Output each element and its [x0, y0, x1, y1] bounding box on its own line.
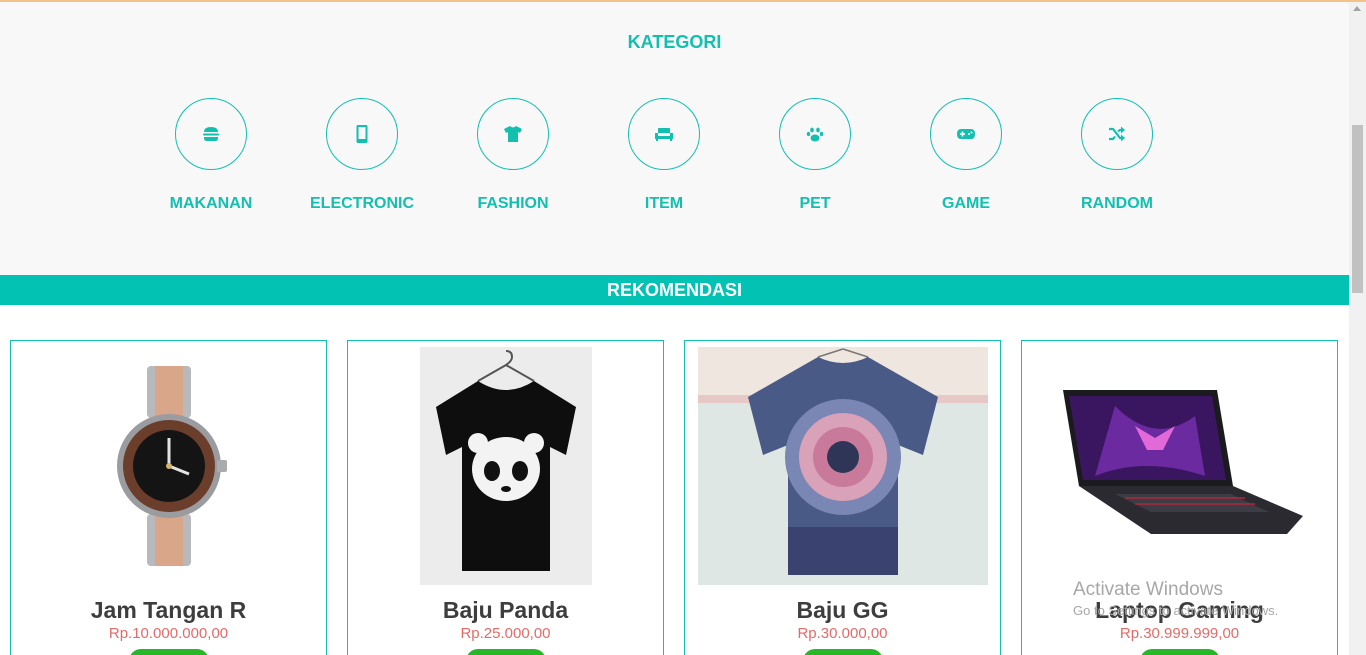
category-pet[interactable]: PET: [745, 98, 885, 213]
scrollbar-thumb[interactable]: [1352, 125, 1363, 293]
watch-image[interactable]: [11, 347, 326, 585]
category-game[interactable]: GAME: [896, 98, 1036, 213]
panda-shirt-image[interactable]: [348, 347, 663, 585]
buy-button[interactable]: [128, 649, 209, 655]
scroll-up-arrow-icon[interactable]: [1353, 6, 1361, 11]
mobile-icon[interactable]: [326, 98, 398, 170]
page: KATEGORI MAKANAN ELECTRONIC FASHION ITEM: [0, 2, 1349, 655]
product-price: Rp.25.000,00: [460, 625, 551, 642]
activate-windows-subtitle: Go to Settings to activate Windows.: [1073, 603, 1279, 618]
product-price: Rp.10.000.000,00: [108, 625, 229, 642]
activate-windows-title: Activate Windows: [1073, 579, 1223, 600]
category-makanan[interactable]: MAKANAN: [141, 98, 281, 213]
kategori-title: KATEGORI: [627, 32, 722, 52]
product-price: Rp.30.999.999,00: [1119, 625, 1240, 642]
product-name[interactable]: Baju GG: [685, 597, 1000, 624]
gamepad-icon[interactable]: [930, 98, 1002, 170]
tie-dye-shirt-image[interactable]: [685, 347, 1000, 585]
category-electronic[interactable]: ELECTRONIC: [292, 98, 432, 213]
tshirt-icon[interactable]: [477, 98, 549, 170]
product-card[interactable]: Baju GG Rp.30.000,00: [684, 340, 1001, 655]
scrollbar-track[interactable]: [1349, 2, 1366, 655]
category-label[interactable]: FASHION: [443, 195, 583, 213]
category-label[interactable]: GAME: [896, 195, 1036, 213]
buy-button[interactable]: [802, 649, 883, 655]
product-card[interactable]: Baju Panda Rp.25.000,00: [347, 340, 664, 655]
rekomendasi-header: REKOMENDASI: [0, 275, 1349, 305]
category-label[interactable]: ITEM: [594, 195, 734, 213]
category-fashion[interactable]: FASHION: [443, 98, 583, 213]
product-name[interactable]: Jam Tangan R: [11, 597, 326, 624]
product-price: Rp.30.000,00: [797, 625, 888, 642]
paw-icon[interactable]: [779, 98, 851, 170]
category-item[interactable]: ITEM: [594, 98, 734, 213]
laptop-image[interactable]: [1022, 347, 1337, 585]
hamburger-icon[interactable]: [175, 98, 247, 170]
category-label[interactable]: RANDOM: [1047, 195, 1187, 213]
product-card[interactable]: Jam Tangan R Rp.10.000.000,00: [10, 340, 327, 655]
category-label[interactable]: PET: [745, 195, 885, 213]
couch-icon[interactable]: [628, 98, 700, 170]
shuffle-icon[interactable]: [1081, 98, 1153, 170]
buy-button[interactable]: [1139, 649, 1220, 655]
category-label[interactable]: MAKANAN: [141, 195, 281, 213]
buy-button[interactable]: [465, 649, 546, 655]
product-name[interactable]: Baju Panda: [348, 597, 663, 624]
category-label[interactable]: ELECTRONIC: [292, 195, 432, 213]
category-random[interactable]: RANDOM: [1047, 98, 1187, 213]
kategori-section: KATEGORI MAKANAN ELECTRONIC FASHION ITEM: [0, 2, 1349, 275]
